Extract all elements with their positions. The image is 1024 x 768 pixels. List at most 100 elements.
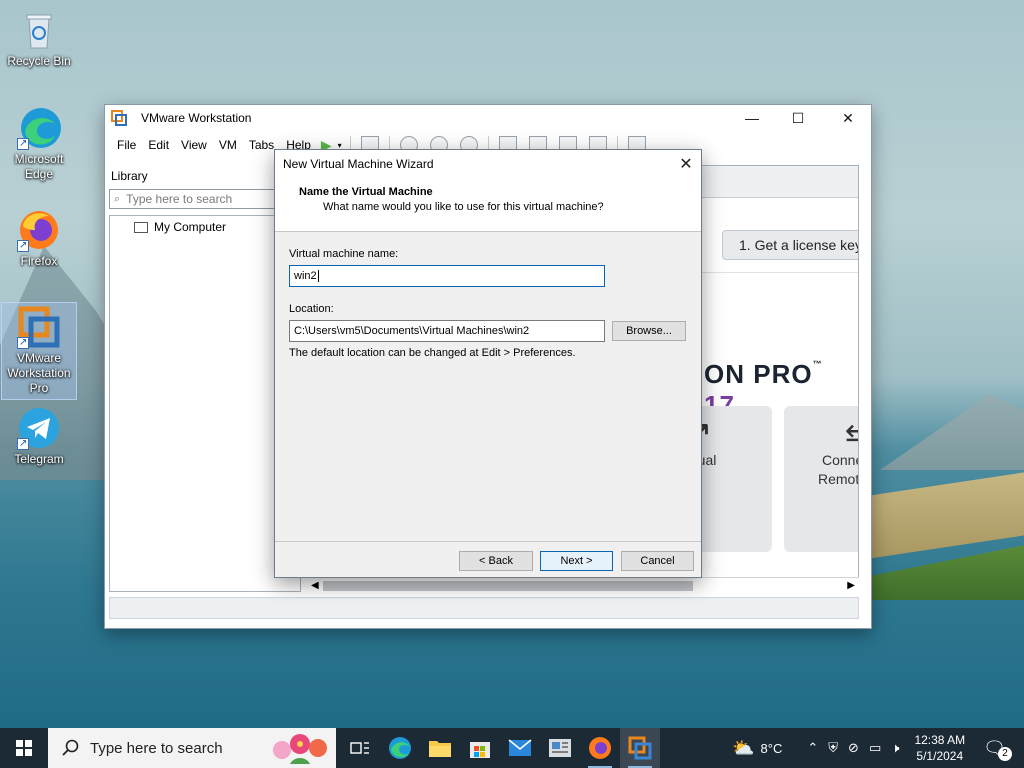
desktop-icon-telegram[interactable]: Telegram: [1, 404, 77, 467]
text-caret: [317, 270, 319, 283]
browse-button[interactable]: Browse...: [612, 321, 686, 341]
taskbar-store[interactable]: [460, 728, 500, 768]
desktop-icon-label: VMware Workstation Pro: [7, 351, 71, 395]
menu-vm[interactable]: VM: [215, 138, 245, 152]
scroll-left-icon[interactable]: ◀: [311, 580, 319, 591]
taskbar-mail[interactable]: [500, 728, 540, 768]
desktop-icon-firefox[interactable]: Firefox: [1, 206, 77, 269]
network-offline-icon[interactable]: ⊘: [848, 740, 859, 756]
system-tray: ⛅ 8°C ⌃ ⛨ ⊘ ▭ 🕨 12:38 AM 5/1/2024 🗨 2: [732, 728, 1024, 768]
shortcut-arrow-icon: [17, 238, 29, 253]
shortcut-arrow-icon: [17, 436, 29, 451]
telegram-icon: [17, 406, 61, 451]
maximize-icon: ☐: [791, 109, 805, 126]
tile-connect-remote-server[interactable]: ⇆ Conne Remot: [784, 406, 859, 552]
get-license-key-button[interactable]: 1. Get a license key: [722, 230, 858, 260]
task-view-button[interactable]: [340, 728, 380, 768]
menu-edit[interactable]: Edit: [144, 138, 177, 152]
chevron-up-icon[interactable]: ⌃: [807, 740, 818, 756]
wizard-close-button[interactable]: ✕: [671, 150, 701, 178]
close-icon: ✕: [679, 156, 693, 173]
taskbar-vmware[interactable]: [620, 728, 660, 768]
search-icon: [62, 739, 79, 756]
wizard-step-title: Name the Virtual Machine: [299, 186, 433, 198]
taskbar-file-explorer[interactable]: [420, 728, 460, 768]
vmware-icon: [628, 736, 652, 760]
taskbar-firefox[interactable]: [580, 728, 620, 768]
wizard-footer-divider: [275, 541, 701, 542]
tree-item-my-computer[interactable]: My Computer: [134, 220, 226, 234]
minimize-button[interactable]: —: [729, 105, 775, 131]
close-icon: ✕: [842, 109, 854, 126]
edge-icon: [389, 737, 411, 759]
scrollbar-thumb[interactable]: [323, 581, 693, 591]
notifications-button[interactable]: 🗨 2: [983, 738, 1012, 761]
wizard-title: New Virtual Machine Wizard: [283, 157, 434, 171]
library-label: Library: [111, 169, 148, 183]
notification-count: 2: [998, 746, 1012, 761]
location-label: Location:: [289, 303, 334, 315]
library-panel: Library ⌕ Type here to search My Compute…: [109, 167, 301, 592]
close-button[interactable]: ✕: [825, 105, 871, 131]
taskbar-search-box[interactable]: Type here to search: [48, 728, 336, 768]
next-button[interactable]: Next >: [540, 551, 613, 571]
maximize-button[interactable]: ☐: [775, 105, 821, 131]
desktop-icon-label: Recycle Bin: [7, 54, 71, 68]
taskbar-news[interactable]: [540, 728, 580, 768]
shortcut-arrow-icon: [17, 136, 29, 151]
start-button[interactable]: [0, 728, 48, 768]
tile-label: Conne: [822, 452, 858, 468]
speaker-muted-icon[interactable]: 🕨: [891, 740, 899, 756]
library-search-input[interactable]: ⌕ Type here to search: [109, 189, 299, 209]
recycle-bin-icon: [17, 8, 61, 52]
clock[interactable]: 12:38 AM 5/1/2024: [914, 732, 965, 764]
horizontal-scrollbar[interactable]: ◀ ▶: [307, 577, 859, 593]
brand-text: ON PRO: [704, 359, 813, 389]
vmware-window-title: VMware Workstation: [141, 111, 252, 125]
vm-name-label: Virtual machine name:: [289, 248, 399, 260]
taskbar: Type here to search ⛅ 8°C ⌃ ⛨ ⊘ ▭ 🕨 12:3…: [0, 728, 1024, 768]
task-view-icon: [350, 742, 369, 754]
status-bar: [109, 597, 859, 619]
vmware-icon: [17, 305, 61, 350]
taskbar-edge[interactable]: [380, 728, 420, 768]
desktop-icon-label: Firefox: [20, 254, 58, 268]
wizard-header: Name the Virtual Machine What name would…: [275, 178, 701, 232]
desktop-icon-edge[interactable]: Microsoft Edge: [1, 104, 77, 182]
library-tree: My Computer: [109, 215, 301, 592]
wizard-titlebar[interactable]: New Virtual Machine Wizard: [275, 150, 701, 178]
vmware-app-icon: [111, 110, 127, 126]
menu-file[interactable]: File: [113, 138, 144, 152]
news-icon: [549, 739, 571, 757]
location-input[interactable]: C:\Users\vm5\Documents\Virtual Machines\…: [289, 320, 605, 342]
back-button[interactable]: < Back: [459, 551, 533, 571]
library-search-placeholder: Type here to search: [126, 192, 233, 206]
vm-name-value: win2: [294, 270, 317, 282]
security-shield-icon[interactable]: ⛨: [828, 740, 838, 756]
taskbar-search-placeholder: Type here to search: [90, 739, 223, 757]
connect-remote-icon: ⇆: [784, 421, 858, 451]
scroll-right-icon[interactable]: ▶: [847, 580, 855, 591]
clock-date: 5/1/2024: [916, 749, 964, 763]
vm-name-input[interactable]: win2: [289, 265, 605, 287]
tile-label: Remot: [818, 471, 859, 487]
desktop-icon-label: Microsoft Edge: [14, 152, 64, 181]
display-icon[interactable]: ▭: [869, 740, 881, 756]
edge-icon: [17, 106, 61, 151]
wizard-body: Virtual machine name: win2 Location: C:\…: [275, 232, 701, 542]
desktop-icon-vmware[interactable]: VMware Workstation Pro: [1, 302, 77, 400]
firefox-icon: [17, 208, 61, 253]
wallpaper-mountain-right: [880, 394, 1024, 470]
wizard-step-subtitle: What name would you like to use for this…: [323, 201, 604, 213]
desktop-icon-recycle-bin[interactable]: Recycle Bin: [1, 6, 77, 69]
desktop-icon-label: Telegram: [14, 452, 64, 466]
cancel-button[interactable]: Cancel: [621, 551, 694, 571]
weather-icon[interactable]: ⛅: [732, 738, 754, 759]
menu-view[interactable]: View: [177, 138, 215, 152]
brand-tm: ™: [812, 359, 823, 369]
weather-temperature[interactable]: 8°C: [761, 741, 783, 756]
folder-icon: [429, 741, 451, 757]
computer-icon: [134, 221, 148, 233]
firefox-icon: [589, 737, 611, 759]
location-hint: The default location can be changed at E…: [289, 347, 576, 359]
